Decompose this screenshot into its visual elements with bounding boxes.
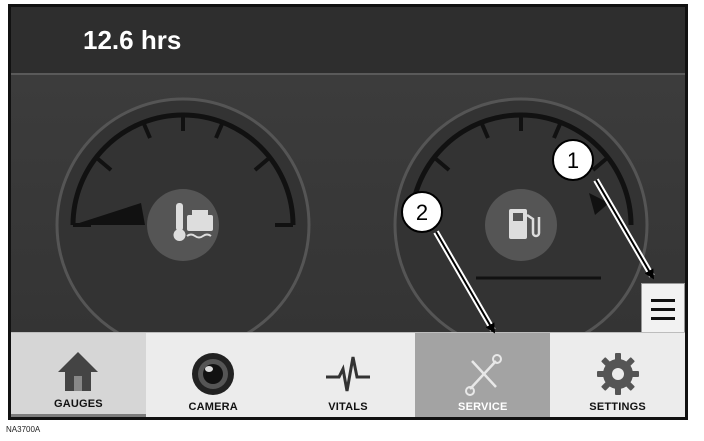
engine-hours-readout: 12.6 hrs: [83, 25, 182, 55]
nav-gauges[interactable]: GAUGES: [11, 333, 146, 417]
nav-gauges-label: GAUGES: [53, 398, 103, 410]
gauges-drawing: [55, 97, 649, 338]
house-icon: [58, 352, 99, 391]
nav-service-label: SERVICE: [458, 401, 508, 413]
nav-settings-label: SETTINGS: [589, 401, 646, 413]
coolant-temperature-gauge: [55, 97, 311, 338]
display-screen: 12.6 hrs GAUGES CAMERA VITALS SERVICE SE…: [8, 4, 688, 420]
menu-button[interactable]: [641, 283, 685, 335]
bottom-navigation: GAUGES CAMERA VITALS SERVICE SETTINGS: [11, 332, 685, 417]
wrench-screwdriver-icon: [464, 354, 502, 396]
gauges-panel: [11, 75, 685, 338]
gear-icon: [596, 353, 639, 395]
nav-vitals-label: VITALS: [328, 401, 368, 413]
nav-camera[interactable]: CAMERA: [146, 333, 281, 417]
figure-caption: NA3700A: [6, 425, 41, 434]
nav-camera-label: CAMERA: [188, 401, 238, 413]
status-header: 12.6 hrs: [11, 7, 685, 75]
nav-settings[interactable]: SETTINGS: [550, 333, 685, 417]
nav-vitals[interactable]: VITALS: [281, 333, 416, 417]
nav-service[interactable]: SERVICE: [415, 333, 551, 417]
hamburger-menu-icon: [651, 299, 675, 302]
camera-lens-icon: [192, 353, 235, 395]
waveform-icon: [325, 356, 370, 392]
fuel-level-gauge: [393, 97, 649, 338]
